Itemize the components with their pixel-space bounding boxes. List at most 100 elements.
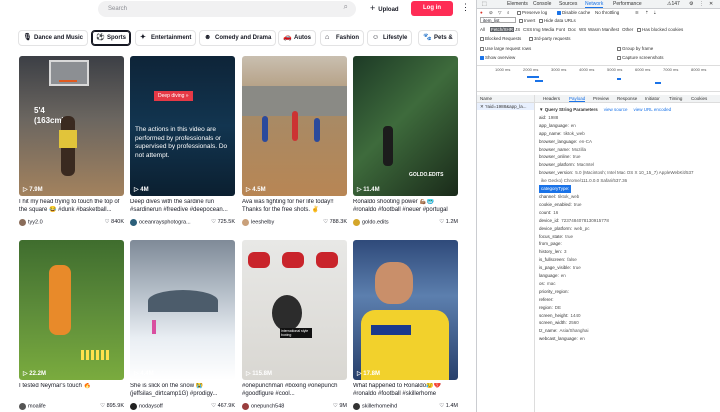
category-lifestyle[interactable]: ☺ Lifestyle	[367, 30, 413, 46]
param-row[interactable]: screen_width: 2560	[539, 319, 719, 327]
type-doc[interactable]: Doc	[568, 27, 576, 32]
blocked-cookies-checkbox[interactable]: Has blocked cookies	[637, 27, 683, 32]
video-caption[interactable]: I tested Neymar's touch 🔥	[19, 383, 124, 399]
username[interactable]: tyy2.0	[28, 220, 43, 226]
tab-performance[interactable]: Performance	[613, 1, 642, 7]
video-caption[interactable]: Deep dives with the sardine run #sardine…	[130, 199, 235, 215]
username[interactable]: skillerhomeihd	[362, 404, 397, 410]
show-overview-checkbox[interactable]: Show overview	[480, 55, 515, 60]
invert-checkbox[interactable]: Invert	[519, 18, 535, 23]
filter-input[interactable]: item_list	[480, 17, 516, 23]
avatar[interactable]	[242, 219, 249, 226]
param-row[interactable]: is_fullscreen: false	[539, 256, 719, 264]
video-caption[interactable]: Ronaldo shooting power 💪🏽🥶 #ronaldo #foo…	[353, 199, 458, 215]
category-fashion[interactable]: ⌂ Fashion	[320, 30, 365, 46]
param-row[interactable]: from_page:	[539, 240, 719, 248]
group-frame-checkbox[interactable]: Group by frame	[617, 46, 653, 51]
type-img[interactable]: Img	[533, 27, 541, 32]
download-icon[interactable]: ⇣	[653, 10, 657, 16]
type-font[interactable]: Font	[556, 27, 565, 32]
upload-button[interactable]: + Upload	[370, 3, 399, 13]
param-row[interactable]: browser_language: en-CA	[539, 138, 719, 146]
avatar[interactable]	[19, 219, 26, 226]
throttle-select[interactable]: No throttling	[595, 10, 619, 15]
tab-timing[interactable]: Timing	[669, 96, 682, 101]
username[interactable]: onepunch548	[251, 404, 284, 410]
type-manifest[interactable]: Manifest	[602, 27, 619, 32]
video-caption[interactable]: I hit my head trying to touch the top of…	[19, 199, 124, 215]
avatar[interactable]	[353, 219, 360, 226]
param-row[interactable]: webcast_language: en	[539, 335, 719, 343]
param-row[interactable]: device_id: 7237484078130915778	[539, 217, 719, 225]
devtools-inspect-icon[interactable]: ⬚	[482, 1, 487, 7]
search-icon[interactable]: ⌕	[507, 10, 510, 15]
login-button[interactable]: Log in	[411, 1, 453, 16]
capture-screenshots-checkbox[interactable]: Capture screenshots	[617, 55, 664, 60]
search-icon[interactable]: ⌕	[344, 3, 348, 11]
filter-icon[interactable]: ▽	[498, 10, 501, 16]
username[interactable]: nodaysoff	[139, 404, 163, 410]
third-party-checkbox[interactable]: 3rd-party requests	[529, 36, 571, 41]
type-ws[interactable]: WS	[579, 27, 586, 32]
video-thumbnail[interactable]: ▷ 22.2M	[19, 240, 124, 380]
param-row[interactable]: language: en	[539, 272, 719, 280]
tab-preview[interactable]: Preview	[593, 96, 609, 101]
param-row[interactable]: priority_region:	[539, 288, 719, 296]
blocked-requests-checkbox[interactable]: Blocked Requests	[480, 36, 521, 41]
param-row[interactable]: app_name: tiktok_web	[539, 130, 719, 138]
tab-payload[interactable]: Payload	[569, 96, 586, 102]
type-other[interactable]: Other	[622, 27, 633, 32]
param-row[interactable]: focus_state: true	[539, 233, 719, 241]
param-row[interactable]: aid: 1988	[539, 114, 719, 122]
video-thumbnail[interactable]: ▷ 17.8M	[353, 240, 458, 380]
param-row[interactable]: device_platform: web_pc	[539, 225, 719, 233]
tab-headers[interactable]: Headers	[543, 96, 560, 101]
clear-icon[interactable]: ⊘	[489, 10, 493, 16]
tab-cookies[interactable]: Cookies	[691, 96, 707, 101]
tab-console[interactable]: Console	[533, 1, 551, 7]
tab-initiator[interactable]: Initiator	[645, 96, 660, 101]
param-row[interactable]: browser_version: 5.0 (Macintosh; Intel Ma…	[539, 169, 719, 177]
tab-response[interactable]: Response	[617, 96, 637, 101]
param-row[interactable]: browser_name: Mozilla	[539, 146, 719, 154]
video-caption[interactable]: #onepunchman #boxing #onepunch #goodfigu…	[242, 383, 347, 399]
video-thumbnail[interactable]: international style boxing ▷ 115.8M	[242, 240, 347, 380]
video-caption[interactable]: What happened to Ronaldo😥💔 #ronaldo #foo…	[353, 383, 458, 399]
param-row[interactable]: categoryType:	[539, 185, 719, 193]
param-row[interactable]: history_len: 3	[539, 248, 719, 256]
view-url-encoded-link[interactable]: view URL encoded	[634, 107, 672, 112]
category-pets[interactable]: 🐾 Pets &	[418, 30, 458, 46]
param-row[interactable]: browser_online: true	[539, 153, 719, 161]
param-row[interactable]: tz_name: Asia/Shanghai	[539, 327, 719, 335]
request-row[interactable]: ✕ ?aid=1988&app_la...	[477, 103, 534, 110]
param-row[interactable]: ike Gecko) Chrome/111.0.0.0 Safari/537.3…	[539, 177, 719, 185]
category-comedy-drama[interactable]: ☻ Comedy and Drama	[199, 30, 277, 46]
type-css[interactable]: CSS	[523, 27, 532, 32]
upload-icon[interactable]: ⇡	[645, 10, 649, 16]
video-thumbnail[interactable]: ▷ 4.5M	[242, 56, 347, 196]
param-row[interactable]: is_page_visible: true	[539, 264, 719, 272]
type-fetch-xhr[interactable]: Fetch/XHR	[490, 27, 515, 32]
type-all[interactable]: All	[480, 27, 485, 32]
param-row[interactable]: os: mac	[539, 280, 719, 288]
tab-elements[interactable]: Elements	[507, 1, 528, 7]
avatar[interactable]	[242, 403, 249, 410]
category-entertainment[interactable]: ✦ Entertainment	[135, 30, 197, 46]
avatar[interactable]	[130, 219, 137, 226]
preserve-log-checkbox[interactable]: Preserve log	[517, 10, 547, 15]
type-wasm[interactable]: Wasm	[588, 27, 601, 32]
param-row[interactable]: screen_height: 1440	[539, 312, 719, 320]
tab-sources[interactable]: Sources	[559, 1, 577, 7]
param-row[interactable]: region: DE	[539, 304, 719, 312]
view-source-link[interactable]: view source	[604, 107, 628, 112]
username[interactable]: oceanraysphotogra...	[139, 220, 191, 226]
avatar[interactable]	[19, 403, 26, 410]
category-sports[interactable]: ⚽ Sports	[91, 30, 132, 46]
video-thumbnail[interactable]: ▷ 4.4M	[130, 240, 235, 380]
param-row[interactable]: app_language: en	[539, 122, 719, 130]
disable-cache-checkbox[interactable]: Disable cache	[557, 10, 590, 15]
more-options-icon[interactable]: ⋮	[461, 2, 470, 13]
tab-network[interactable]: Network	[585, 1, 604, 8]
query-params-header[interactable]: ▼ Query String Parameters view source view…	[539, 106, 719, 114]
avatar[interactable]	[130, 403, 137, 410]
